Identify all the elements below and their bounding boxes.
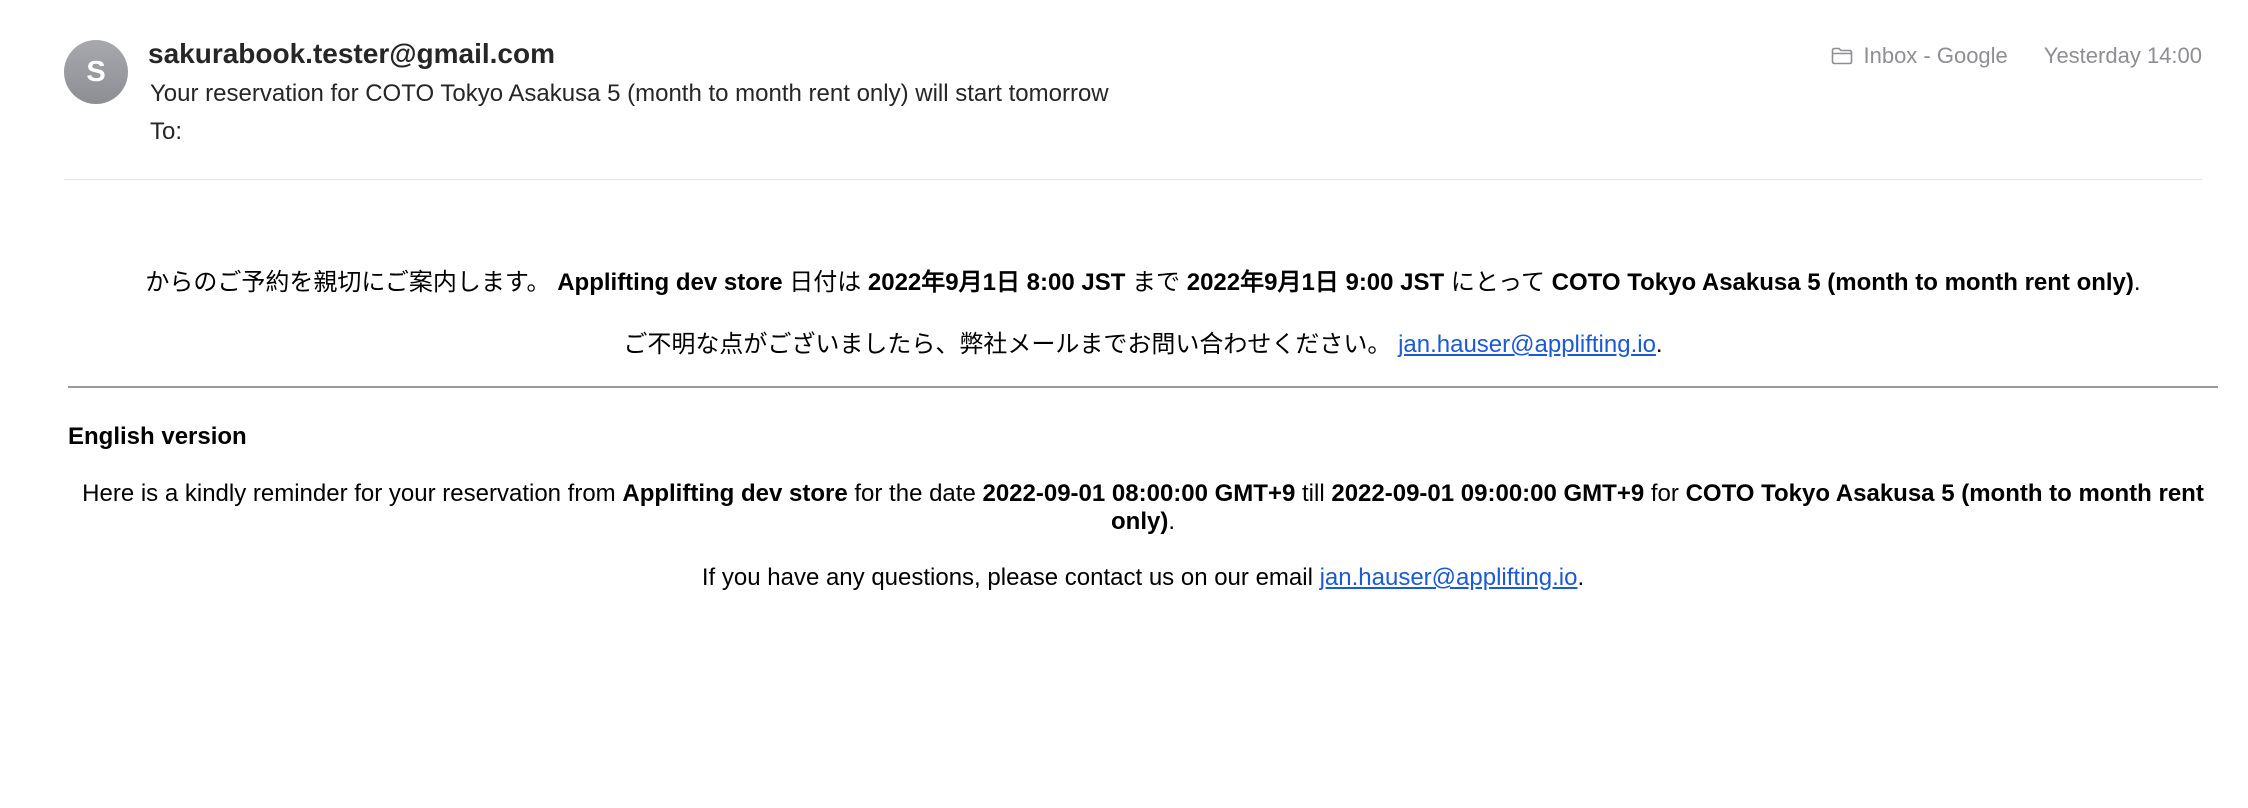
jp-period: .	[2133, 269, 2141, 296]
mailbox-indicator[interactable]: Inbox - Google	[1831, 43, 2008, 69]
message-timestamp: Yesterday 14:00	[2043, 43, 2202, 68]
jp-end-time: 2022年9月1日 9:00 JST	[1186, 269, 1445, 296]
en-email-link[interactable]: jan.hauser@applifting.io	[1320, 564, 1578, 591]
jp-reminder-paragraph: からのご予約を親切にご案内します。 Applifting dev store 日…	[68, 268, 2218, 298]
jp-contact-text: ご不明な点がございましたら、弊社メールまでお問い合わせください。	[623, 331, 1392, 358]
en-till-word: till	[1302, 480, 1325, 507]
jp-date-word: 日付は	[789, 269, 862, 296]
jp-store-name: Applifting dev store	[557, 269, 783, 296]
header-divider	[64, 179, 2202, 180]
mailbox-name: Inbox - Google	[1863, 43, 2008, 68]
en-start-time: 2022-09-01 08:00:00 GMT+9	[982, 480, 1296, 507]
en-for-word: for	[1650, 480, 1679, 507]
message-subject: Your reservation for COTO Tokyo Asakusa …	[150, 80, 1109, 107]
sender-address[interactable]: sakurabook.tester@gmail.com	[148, 38, 555, 70]
jp-email-link[interactable]: jan.hauser@applifting.io	[1398, 331, 1656, 358]
message-meta: Inbox - Google Yesterday 14:00	[1831, 43, 2202, 69]
jp-intro-text: からのご予約を親切にご案内します。	[145, 269, 551, 296]
to-label: To:	[150, 118, 183, 145]
jp-for-word: にとって	[1450, 269, 1545, 296]
folder-icon	[1831, 47, 1853, 65]
en-contact-paragraph: If you have any questions, please contac…	[68, 564, 2218, 592]
message-header: S sakurabook.tester@gmail.com Your reser…	[64, 38, 2202, 178]
en-end-time: 2022-09-01 09:00:00 GMT+9	[1331, 480, 1645, 507]
en-intro-text: Here is a kindly reminder for your reser…	[82, 480, 616, 507]
jp-venue-name: COTO Tokyo Asakusa 5 (month to month ren…	[1551, 269, 2134, 296]
jp-contact-paragraph: ご不明な点がございましたら、弊社メールまでお問い合わせください。 jan.hau…	[68, 330, 2218, 360]
en-period: .	[1168, 508, 1175, 535]
jp-contact-period: .	[1655, 331, 1663, 358]
en-store-name: Applifting dev store	[622, 480, 848, 507]
jp-until-word: まで	[1132, 269, 1181, 296]
en-reminder-paragraph: Here is a kindly reminder for your reser…	[68, 480, 2218, 536]
jp-start-time: 2022年9月1日 8:00 JST	[867, 269, 1126, 296]
en-contact-text: If you have any questions, please contac…	[701, 564, 1313, 591]
en-contact-period: .	[1577, 564, 1585, 591]
language-divider	[68, 386, 2218, 388]
en-date-word: for the date	[854, 480, 976, 507]
avatar[interactable]: S	[64, 40, 128, 104]
message-body: からのご予約を親切にご案内します。 Applifting dev store 日…	[68, 268, 2218, 592]
english-version-heading: English version	[68, 423, 247, 450]
